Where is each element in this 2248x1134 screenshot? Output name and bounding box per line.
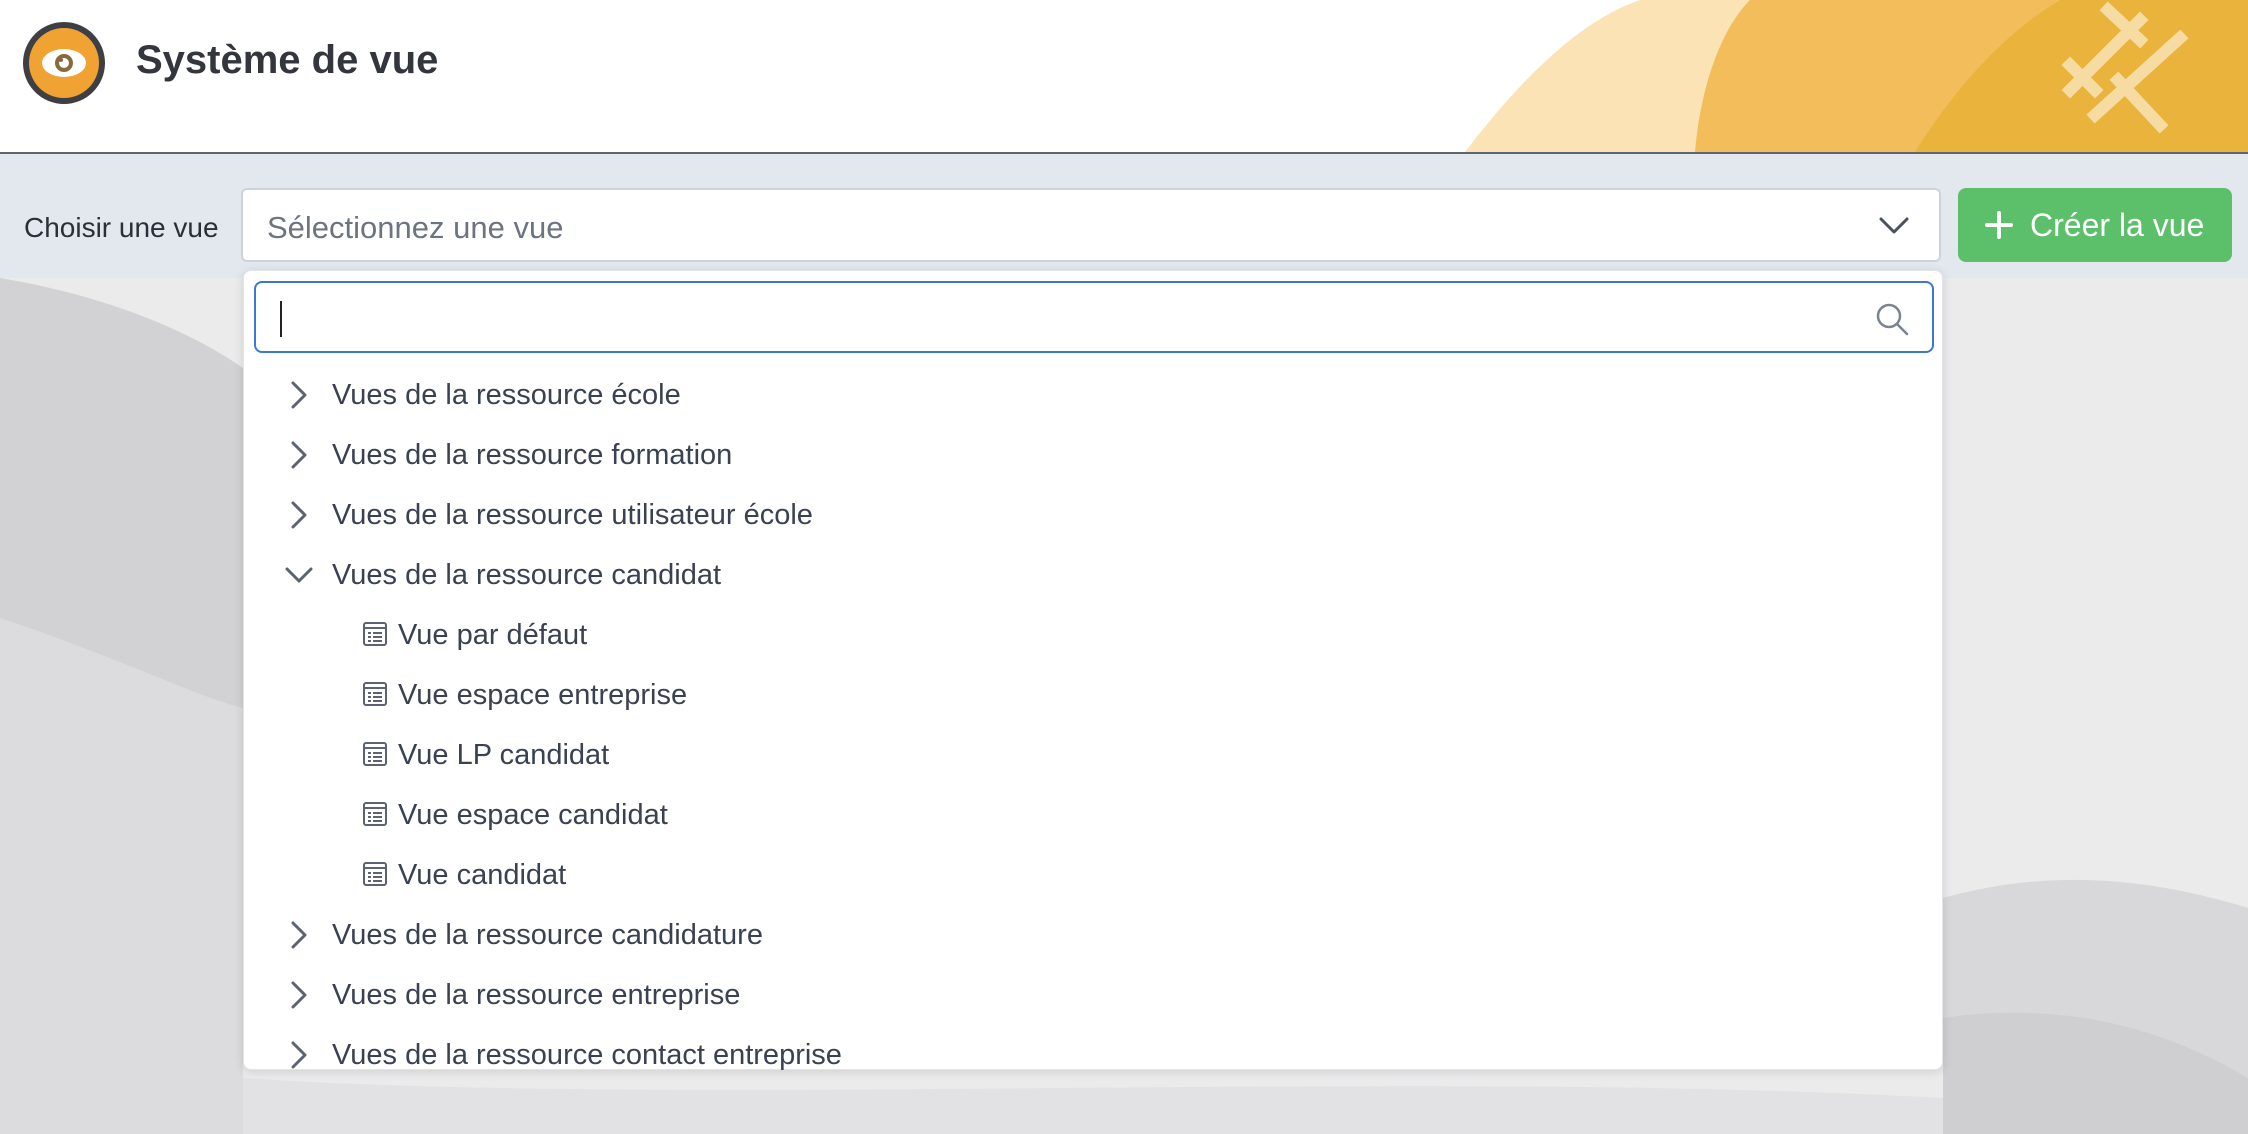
view-tree: Vues de la ressource école Vues de la re… (244, 365, 1944, 1085)
tree-group-label: Vues de la ressource utilisateur école (332, 498, 813, 531)
app-header: Système de vue (0, 0, 2248, 154)
view-select-placeholder: Sélectionnez une vue (267, 210, 564, 245)
chevron-down-icon[interactable] (284, 560, 314, 590)
app-logo (23, 22, 105, 104)
view-list-icon (362, 621, 390, 649)
tree-group-label: Vues de la ressource contact entreprise (332, 1038, 842, 1071)
view-list-icon (362, 741, 390, 769)
chevron-right-icon[interactable] (284, 920, 314, 950)
tree-item-vue-espace-candidat[interactable]: Vue espace candidat (244, 785, 1944, 845)
tree-group-label: Vues de la ressource candidature (332, 918, 763, 951)
tree-group-label: Vues de la ressource candidat (332, 558, 722, 591)
view-dropdown: Vues de la ressource école Vues de la re… (243, 270, 1943, 1071)
tree-group-candidature[interactable]: Vues de la ressource candidature (244, 905, 1944, 965)
chevron-right-icon[interactable] (284, 500, 314, 530)
tree-item-vue-candidat[interactable]: Vue candidat (244, 845, 1944, 905)
tree-group-formation[interactable]: Vues de la ressource formation (244, 425, 1944, 485)
tree-item-label: Vue candidat (398, 858, 567, 891)
tree-item-vue-lp-candidat[interactable]: Vue LP candidat (244, 725, 1944, 785)
create-view-label: Créer la vue (2030, 206, 2205, 243)
chevron-right-icon[interactable] (284, 980, 314, 1010)
tree-item-label: Vue espace candidat (398, 798, 668, 831)
view-list-icon (362, 681, 390, 709)
tree-group-label: Vues de la ressource école (332, 378, 681, 411)
tree-item-vue-par-defaut[interactable]: Vue par défaut (244, 605, 1944, 665)
tree-group-ecole[interactable]: Vues de la ressource école (244, 365, 1944, 425)
chevron-right-icon[interactable] (284, 440, 314, 470)
dropdown-search[interactable] (254, 281, 1934, 353)
view-list-icon (362, 861, 390, 889)
tree-item-vue-espace-entreprise[interactable]: Vue espace entreprise (244, 665, 1944, 725)
tree-group-contact-entreprise[interactable]: Vues de la ressource contact entreprise (244, 1025, 1944, 1085)
search-icon (1876, 303, 1909, 336)
choose-view-label: Choisir une vue (24, 212, 219, 243)
tree-group-candidat[interactable]: Vues de la ressource candidat (244, 545, 1944, 605)
tree-item-label: Vue par défaut (398, 618, 588, 651)
tree-item-label: Vue espace entreprise (398, 678, 688, 711)
tree-group-utilisateur-ecole[interactable]: Vues de la ressource utilisateur école (244, 485, 1944, 545)
tree-group-entreprise[interactable]: Vues de la ressource entreprise (244, 965, 1944, 1025)
create-view-button[interactable]: Créer la vue (1958, 188, 2232, 262)
chevron-right-icon[interactable] (284, 1040, 314, 1070)
chevron-down-icon (1879, 217, 1909, 234)
tree-item-label: Vue LP candidat (398, 738, 610, 771)
text-cursor (280, 301, 282, 337)
tree-group-label: Vues de la ressource formation (332, 438, 733, 471)
view-list-icon (362, 801, 390, 829)
plus-icon (1985, 211, 2013, 239)
page-title: Système de vue (136, 38, 439, 82)
chevron-right-icon[interactable] (284, 380, 314, 410)
tree-group-label: Vues de la ressource entreprise (332, 978, 741, 1011)
view-toolbar: Choisir une vue Sélectionnez une vue Cré… (0, 154, 2248, 278)
eye-icon (42, 49, 86, 77)
search-input[interactable] (276, 295, 1856, 341)
view-select[interactable]: Sélectionnez une vue (241, 188, 1941, 262)
